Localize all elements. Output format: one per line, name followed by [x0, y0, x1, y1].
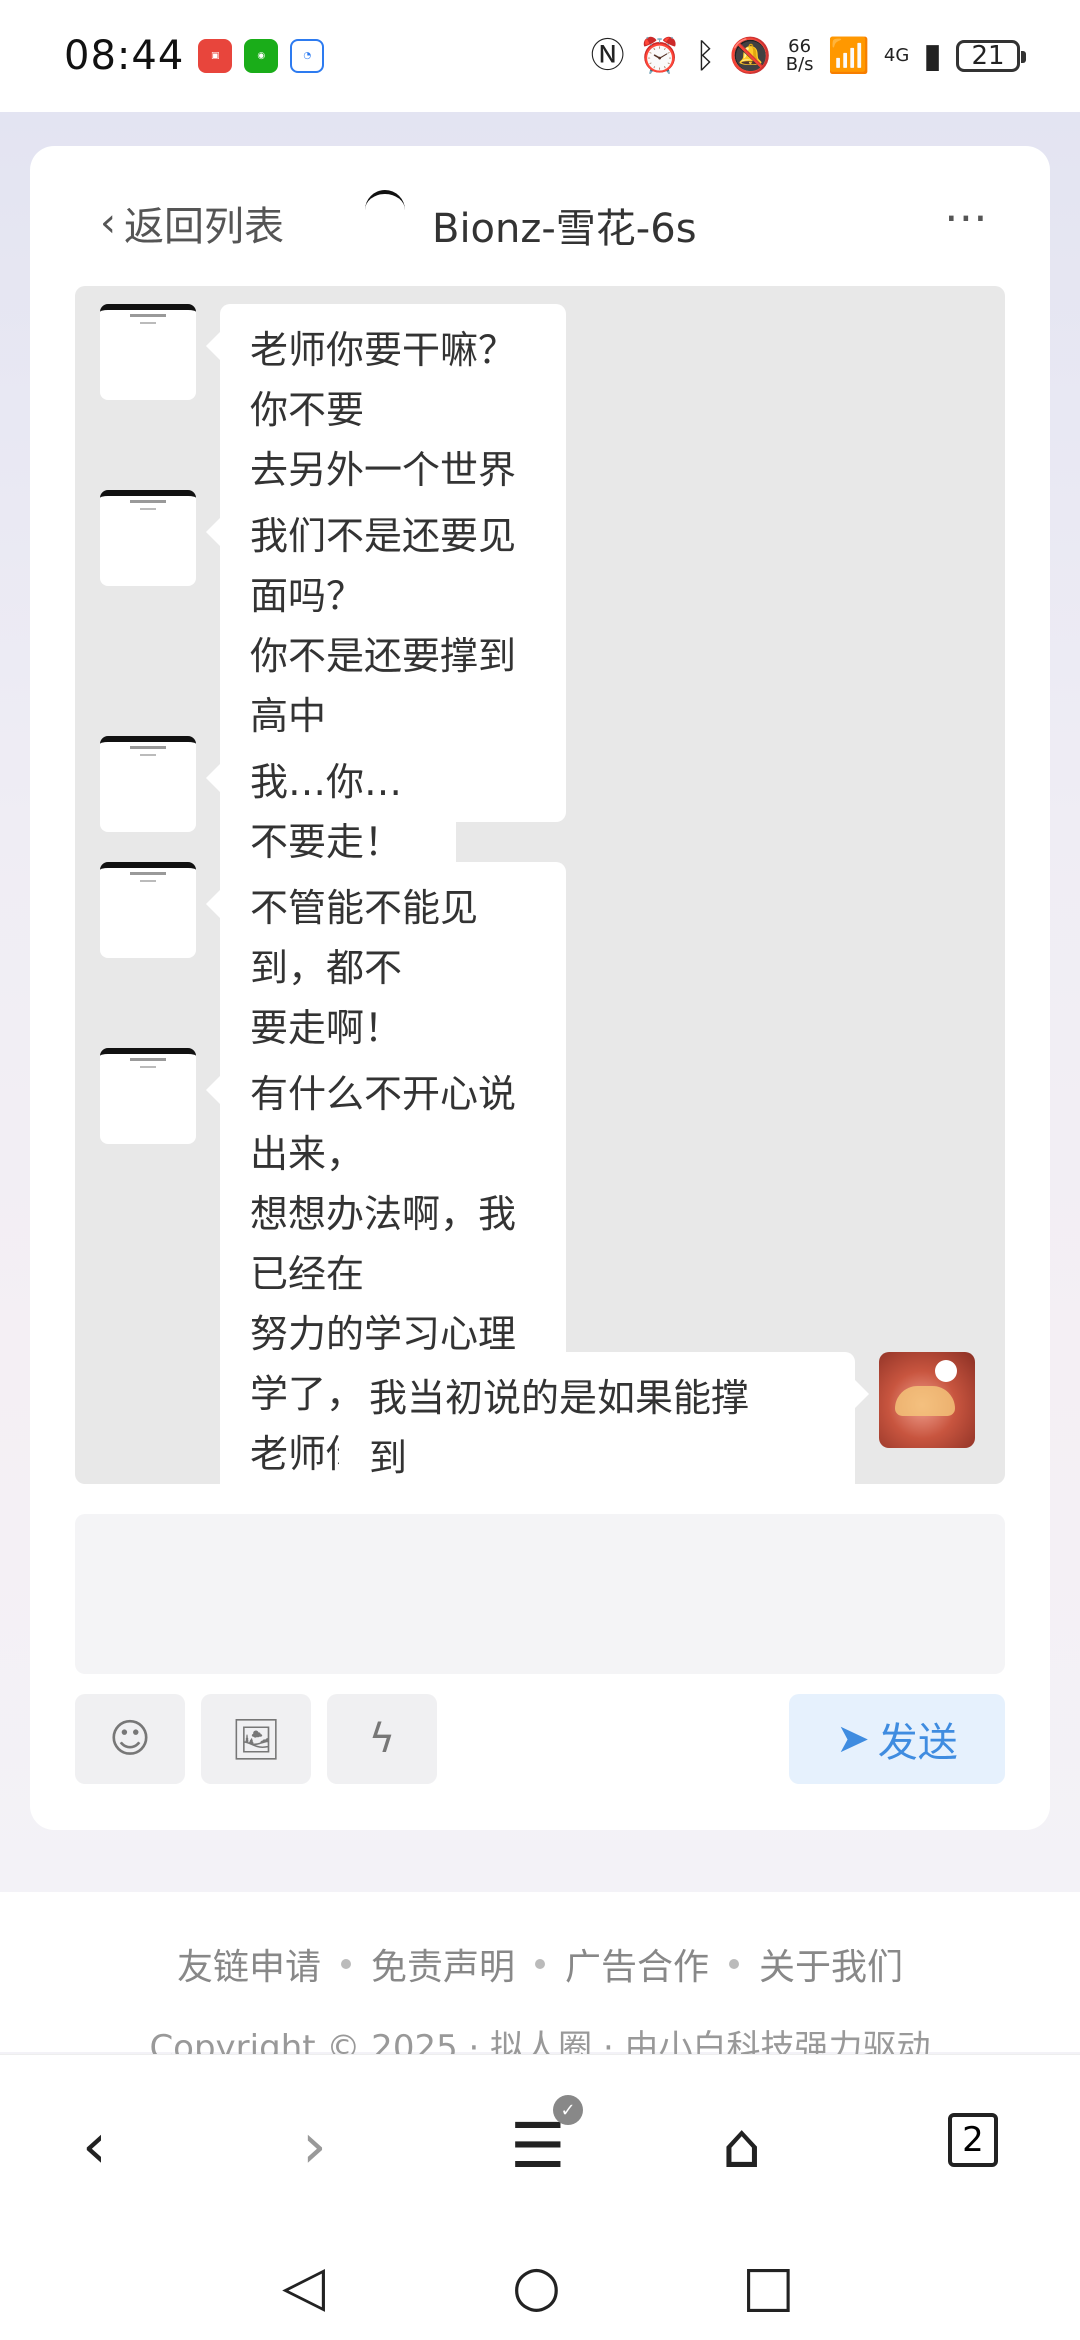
status-bar: 08:44 ▣ ◉ ◔ Ⓝ ⏰ ᛒ 🔕 66 B/s 📶 4G ▮ 21	[0, 0, 1080, 112]
cellular-label: 4G	[883, 45, 910, 66]
system-recents-icon[interactable]: □	[742, 2254, 795, 2319]
wechat-icon: ◉	[244, 39, 279, 73]
message-line: 到	[369, 1436, 408, 1480]
quick-reply-button[interactable]: ϟ	[327, 1694, 437, 1784]
image-icon: 🖼	[230, 1716, 282, 1763]
footer-link-advertising[interactable]: 广告合作	[565, 1938, 709, 1990]
contact-avatar[interactable]	[365, 190, 405, 214]
chat-card: ‹ 返回列表 Bionz-雪花-6s ⋯ 老师你要干嘛？你不要 去另外一个世界啊…	[30, 146, 1050, 1830]
message-line: 有什么不开心说出来，	[250, 1072, 517, 1176]
message-line: 你不是还要撑到高中	[250, 634, 517, 738]
avatar[interactable]	[100, 862, 196, 958]
avatar[interactable]	[100, 490, 196, 586]
tabs-button[interactable]: 2	[948, 2113, 998, 2167]
separator-dot	[729, 1959, 740, 1969]
wifi-icon: 📶	[827, 36, 870, 76]
status-icons: Ⓝ ⏰ ᛒ 🔕 66 B/s 📶 4G ▮ 21	[590, 36, 1026, 76]
alarm-icon: ⏰	[638, 36, 681, 76]
system-back-icon[interactable]: ◁	[282, 2254, 325, 2319]
message-line: 我…你…不要走！	[250, 760, 403, 864]
battery-indicator: 21	[956, 40, 1026, 72]
message-item: 不管能不能见到，都不 要走啊！	[100, 862, 566, 1074]
site-footer: 友链申请 免责声明 广告合作 关于我们 Copyright © 2025 · 拟…	[0, 1892, 1080, 2060]
status-time: 08:44	[64, 33, 185, 79]
image-button[interactable]: 🖼	[201, 1694, 311, 1784]
send-label: 发送	[877, 1720, 958, 1766]
notification-app-icons: ▣ ◉ ◔	[198, 39, 325, 73]
message-line: 不管能不能见到，都不	[250, 886, 479, 990]
nfc-icon: Ⓝ	[590, 36, 625, 76]
message-bubble: 我当初说的是如果能撑 到	[339, 1352, 869, 1484]
footer-links: 友链申请 免责声明 广告合作 关于我们	[0, 1938, 1080, 1990]
paper-plane-icon: ➤	[836, 1716, 870, 1762]
avatar[interactable]	[100, 736, 196, 832]
network-speed-unit: B/s	[785, 54, 814, 75]
system-navigation-bar: ◁ ○ □	[0, 2234, 1080, 2340]
separator-dot	[340, 1959, 351, 1969]
send-button[interactable]: ➤ 发送	[789, 1694, 1005, 1784]
network-speed: 66 B/s	[786, 38, 814, 74]
browser-toolbar: ‹ › ☰ ✓ ⌂ 2	[0, 2054, 1080, 2235]
avatar[interactable]	[100, 304, 196, 400]
footer-link-friend-links[interactable]: 友链申请	[177, 1938, 321, 1990]
mute-bell-icon: 🔕	[729, 36, 772, 76]
footer-link-about-us[interactable]: 关于我们	[759, 1938, 903, 1990]
footer-link-disclaimer[interactable]: 免责声明	[371, 1938, 515, 1990]
chevron-left-icon: ‹	[100, 200, 116, 246]
bluetooth-icon: ᛒ	[694, 36, 716, 76]
back-label: 返回列表	[124, 204, 284, 250]
lightning-bubble-icon: ϟ	[368, 1716, 396, 1762]
message-input[interactable]	[75, 1514, 1005, 1674]
message-line: 老师你要干嘛？你不要	[250, 328, 517, 432]
avatar[interactable]	[879, 1352, 975, 1448]
chat-title: Bionz-雪花-6s	[432, 206, 697, 252]
message-item-own: 我当初说的是如果能撑 到	[339, 1352, 975, 1484]
back-to-list-button[interactable]: ‹ 返回列表	[100, 194, 284, 252]
home-icon[interactable]: ⌂	[722, 2109, 761, 2182]
emoji-button[interactable]: ☺	[75, 1694, 185, 1784]
check-badge-icon: ✓	[553, 2095, 583, 2125]
message-line: 想想办法啊，我已经在	[250, 1192, 517, 1296]
signal-icon: ▮	[923, 36, 942, 76]
app-notification-icon: ◔	[290, 39, 325, 73]
separator-dot	[535, 1959, 545, 1969]
back-arrow-icon[interactable]: ‹	[82, 2109, 107, 2182]
smile-icon: ☺	[109, 1716, 151, 1762]
forward-arrow-icon[interactable]: ›	[302, 2109, 327, 2182]
message-line: 我们不是还要见面吗？	[250, 514, 517, 618]
chat-header: ‹ 返回列表 Bionz-雪花-6s ⋯	[30, 146, 1050, 286]
message-bubble: 不管能不能见到，都不 要走啊！	[206, 862, 566, 1074]
message-line: 我当初说的是如果能撑	[369, 1376, 750, 1420]
huawei-store-icon: ▣	[198, 39, 233, 73]
message-list[interactable]: 老师你要干嘛？你不要 去另外一个世界啊 我们不是还要见面吗？ 你不是还要撑到高中…	[75, 286, 1005, 1484]
more-options-icon[interactable]: ⋯	[944, 192, 990, 243]
system-home-icon[interactable]: ○	[512, 2254, 561, 2319]
avatar[interactable]	[100, 1048, 196, 1144]
